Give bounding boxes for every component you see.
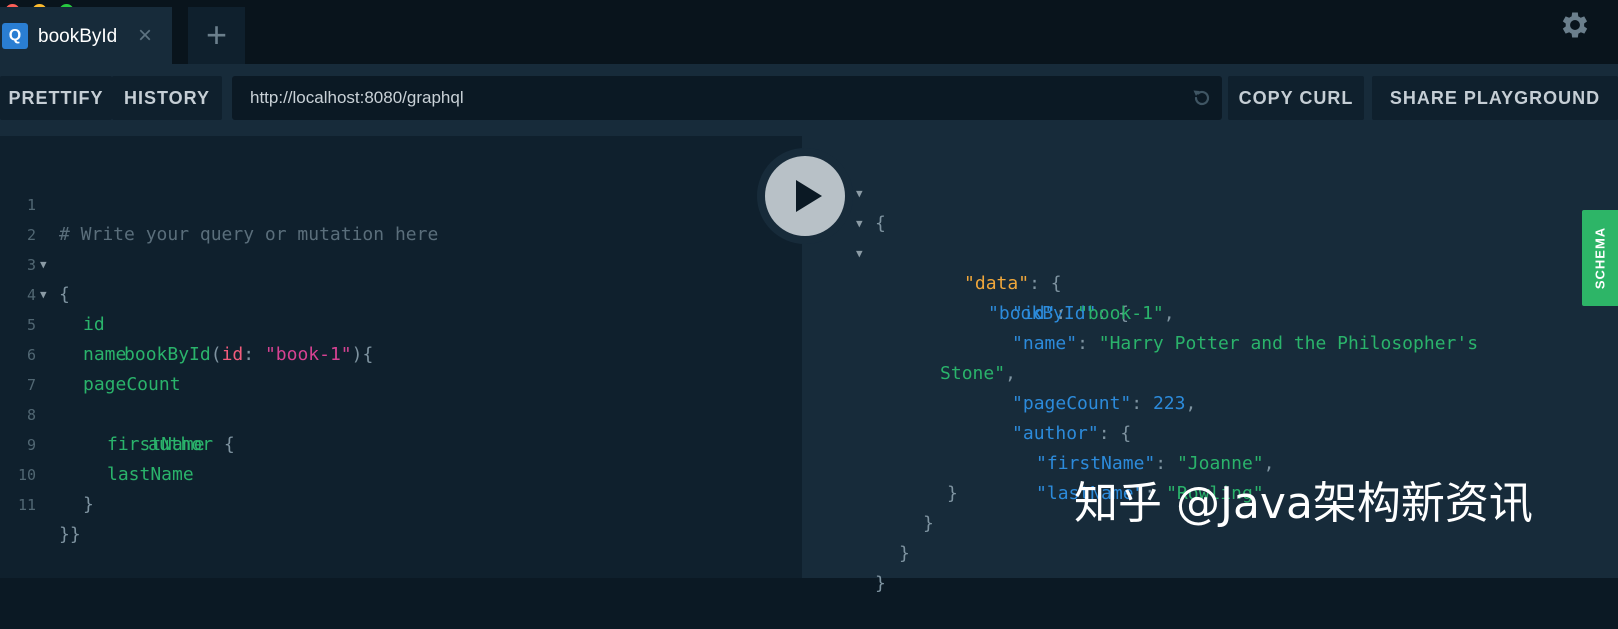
result-line: "lastName": "Rowling" bbox=[802, 419, 1264, 504]
result-comma: , bbox=[1263, 453, 1275, 474]
query-badge-icon: Q bbox=[2, 23, 28, 49]
editor-line: 1 # Write your query or mutation here bbox=[0, 160, 438, 245]
new-tab-button[interactable]: + bbox=[188, 7, 245, 64]
query-brace: { bbox=[59, 284, 70, 305]
result-line: } bbox=[802, 509, 910, 564]
tab-bar: Q bookById × + bbox=[0, 0, 1618, 64]
endpoint-url-input[interactable]: http://localhost:8080/graphql bbox=[232, 76, 1222, 120]
result-line: Stone", bbox=[802, 299, 1016, 384]
reload-icon[interactable] bbox=[1190, 86, 1214, 110]
endpoint-url-text: http://localhost:8080/graphql bbox=[250, 88, 464, 107]
play-button-circle bbox=[765, 156, 845, 236]
result-brace: } bbox=[875, 573, 886, 594]
copy-curl-button[interactable]: COPY CURL bbox=[1228, 76, 1364, 120]
result-line: "name": "Harry Potter and the Philosophe… bbox=[802, 269, 1478, 354]
result-colon: : bbox=[1077, 333, 1099, 354]
execute-query-button[interactable] bbox=[757, 148, 853, 244]
query-arg-name: id bbox=[221, 344, 244, 365]
query-field: id bbox=[83, 314, 105, 335]
editor-line: 2 ▼ { bbox=[0, 190, 70, 305]
result-colon: : bbox=[1131, 393, 1153, 414]
schema-tab-label: SCHEMA bbox=[1592, 226, 1608, 290]
fold-arrow-icon[interactable]: ▼ bbox=[856, 209, 863, 239]
query-brace: { bbox=[223, 434, 235, 455]
toolbar: PRETTIFY HISTORY http://localhost:8080/g… bbox=[0, 64, 1618, 136]
query-editor[interactable]: 1 # Write your query or mutation here 2 … bbox=[0, 136, 802, 578]
fold-arrow-icon[interactable]: ▼ bbox=[856, 239, 863, 269]
line-number: 11 bbox=[17, 496, 36, 514]
result-line: "pageCount": 223, bbox=[802, 329, 1196, 414]
tab-bookbyid[interactable]: Q bookById × bbox=[0, 7, 172, 64]
query-field: firstName bbox=[107, 434, 205, 455]
editor-line: 6 pageCount bbox=[0, 310, 181, 395]
tab-title: bookById bbox=[38, 26, 118, 47]
query-field: name bbox=[83, 344, 127, 365]
gear-icon[interactable] bbox=[1558, 8, 1592, 42]
result-brace: } bbox=[947, 483, 958, 504]
editor-line: 10 } bbox=[0, 430, 94, 515]
schema-tab[interactable]: SCHEMA bbox=[1582, 210, 1618, 306]
result-line: } bbox=[802, 539, 886, 594]
editor-line: 3 ▼ bookById(id: "book-1"){ bbox=[0, 220, 373, 365]
fold-arrow-icon[interactable]: ▼ bbox=[856, 179, 863, 209]
query-paren-brace: ){ bbox=[351, 344, 374, 365]
result-brace: { bbox=[875, 213, 886, 234]
query-field: pageCount bbox=[83, 374, 181, 395]
editor-line: 7 author { bbox=[0, 340, 235, 455]
query-field: bookById bbox=[124, 344, 211, 365]
history-button[interactable]: HISTORY bbox=[112, 76, 222, 120]
watermark: 知乎 @Java架构新资讯 bbox=[1074, 478, 1533, 529]
editor-line: 9 lastName bbox=[0, 400, 194, 485]
result-line: } bbox=[802, 449, 958, 504]
result-key: "name" bbox=[1012, 333, 1078, 354]
query-field: lastName bbox=[107, 464, 194, 485]
prettify-button[interactable]: PRETTIFY bbox=[0, 76, 112, 120]
result-value: 223 bbox=[1152, 393, 1186, 414]
editor-line: 5 name bbox=[0, 280, 126, 365]
tab-close-icon[interactable]: × bbox=[138, 22, 152, 50]
query-arg-value: "book-1" bbox=[264, 344, 352, 365]
play-icon bbox=[796, 180, 822, 212]
query-brace: } bbox=[83, 494, 94, 515]
editor-line: 8 firstName bbox=[0, 370, 205, 455]
result-line: "author": { bbox=[802, 359, 1131, 444]
result-line: } bbox=[802, 479, 934, 534]
result-brace: } bbox=[899, 543, 910, 564]
query-comment: # Write your query or mutation here bbox=[59, 224, 439, 245]
result-comma: , bbox=[1185, 393, 1197, 414]
query-brace: }} bbox=[59, 524, 81, 545]
result-brace: } bbox=[923, 513, 934, 534]
query-paren: ( bbox=[210, 344, 222, 365]
editor-line: 11 }} bbox=[0, 460, 81, 545]
result-line: "firstName": "Joanne", bbox=[802, 389, 1274, 474]
share-playground-button[interactable]: SHARE PLAYGROUND bbox=[1372, 76, 1618, 120]
result-value: "Harry Potter and the Philosopher's bbox=[1098, 333, 1479, 354]
query-colon: : bbox=[243, 344, 255, 365]
editor-line: 4 id bbox=[0, 250, 105, 335]
